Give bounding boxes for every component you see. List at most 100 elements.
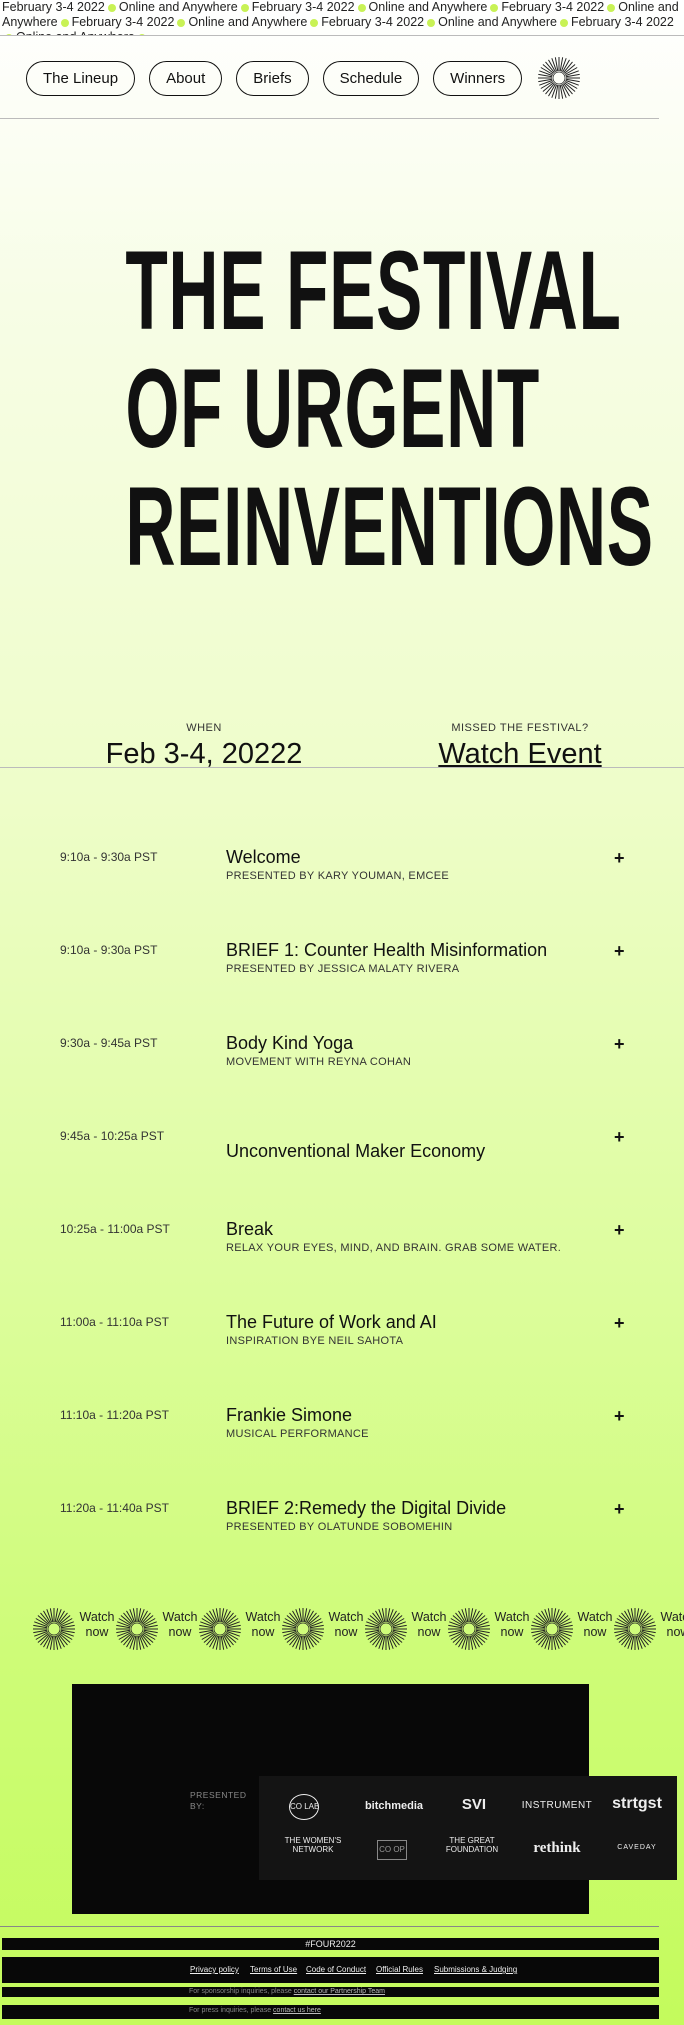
nav-lineup-button[interactable]: The Lineup (26, 60, 136, 96)
dot-icon (607, 3, 616, 12)
schedule-row[interactable]: 10:25a - 11:00a PST Break RELAX YOUR EYE… (0, 1202, 684, 1295)
official-rules-link[interactable]: Official Rules (376, 1965, 423, 1974)
nav-about-button[interactable]: About (149, 60, 223, 96)
press-contact-link[interactable]: contact us here (273, 2007, 321, 2014)
schedule-row[interactable]: 9:10a - 9:30a PST Welcome PRESENTED BY K… (0, 830, 684, 923)
sponsor-logo: bitchmedia (364, 1800, 424, 1812)
submissions-judging-link[interactable]: Submissions & Judging (434, 1965, 517, 1974)
watch-now-strip: Watch now Watch now Watch now Watch now Watc… (0, 1604, 684, 1654)
hashtag-bar: #FOUR2022 (2, 1938, 659, 1950)
watch-now-label: Watch now (79, 1610, 115, 1639)
expand-icon[interactable]: + (614, 1127, 625, 1148)
sponsor-logo: CAVEDAY (617, 1844, 657, 1851)
hero-line-1: THE FESTIVAL (125, 228, 622, 353)
expand-icon[interactable]: + (614, 1499, 625, 1520)
ticker-text: February 3-4 2022 (501, 0, 605, 14)
watch-now-item[interactable]: Watch now (612, 1604, 684, 1654)
schedule-subtitle: PRESENTED BY KARY YOUMAN, EMCEE (226, 870, 450, 882)
watch-now-label: Watch now (660, 1610, 684, 1639)
dot-icon (177, 18, 186, 27)
presented-by-label: PRESENTED BY: (190, 1790, 247, 1811)
ticker-text: February 3-4 2022 (71, 15, 175, 29)
schedule-title: Frankie Simone (226, 1405, 353, 1425)
watch-now-item[interactable]: Watch now (31, 1604, 115, 1654)
schedule-row[interactable]: 9:30a - 9:45a PST Body Kind Yoga MOVEMEN… (0, 1016, 684, 1109)
dot-icon (310, 18, 319, 27)
schedule-row[interactable]: 11:00a - 11:10a PST The Future of Work a… (0, 1295, 684, 1388)
sunburst-icon (199, 1608, 241, 1650)
schedule-title: Break (226, 1219, 274, 1239)
dot-icon (137, 33, 146, 35)
ticker-text: Online and Anywhere (16, 30, 135, 35)
partnership-link[interactable]: contact our Partnership Team (294, 1988, 385, 1995)
schedule-time: 10:25a - 11:00a PST (60, 1222, 170, 1236)
dot-icon (240, 3, 249, 12)
sponsor-logo: SVI (461, 1796, 487, 1813)
schedule-title: Unconventional Maker Economy (226, 1141, 486, 1161)
code-of-conduct-link[interactable]: Code of Conduct (306, 1965, 366, 1974)
press-text: For press inquiries, please (189, 2007, 272, 2014)
schedule-time: 9:45a - 10:25a PST (60, 1129, 165, 1143)
watch-now-label: Watch now (328, 1610, 364, 1639)
date-ticker: February 3-4 2022 Online and Anywhere Febr… (0, 0, 684, 36)
sunburst-icon[interactable] (536, 55, 582, 101)
hero-title: THE FESTIVAL OF URGENT REINVENTIONS (0, 232, 660, 586)
expand-icon[interactable]: + (614, 848, 625, 869)
expand-icon[interactable]: + (614, 941, 625, 962)
privacy-policy-link[interactable]: Privacy policy (190, 1965, 239, 1974)
sponsor-logo: THE WOMEN'S NETWORK (284, 1836, 342, 1854)
schedule-time: 9:10a - 9:30a PST (60, 943, 158, 957)
ticker-text: February 3-4 2022 (251, 0, 355, 14)
schedule-time: 9:30a - 9:45a PST (60, 1036, 158, 1050)
sunburst-icon (116, 1608, 158, 1650)
schedule-row[interactable]: 9:10a - 9:30a PST BRIEF 1: Counter Healt… (0, 923, 684, 1016)
sunburst-icon (365, 1608, 407, 1650)
expand-icon[interactable]: + (614, 1406, 625, 1427)
expand-icon[interactable]: + (614, 1220, 625, 1241)
sponsor-logo: CO LAB (289, 1794, 319, 1820)
watch-now-label: Watch now (494, 1610, 530, 1639)
footer-divider (0, 1926, 659, 1927)
watch-now-item[interactable]: Watch now (197, 1604, 281, 1654)
watch-now-item[interactable]: Watch now (280, 1604, 364, 1654)
schedule-subtitle: MOVEMENT WITH REYNA COHAN (226, 1056, 412, 1068)
nav-briefs-button[interactable]: Briefs (236, 60, 309, 96)
missed-block: MISSED THE FESTIVAL? Watch Event (420, 722, 620, 771)
schedule-title: BRIEF 1: Counter Health Misinformation (226, 940, 548, 960)
ticker-text: Online and Anywhere (438, 15, 557, 29)
sunburst-icon (614, 1608, 656, 1650)
schedule-time: 9:10a - 9:30a PST (60, 850, 158, 864)
schedule-time: 11:10a - 11:20a PST (60, 1408, 169, 1422)
watch-now-item[interactable]: Watch now (114, 1604, 198, 1654)
nav-divider (0, 118, 659, 119)
schedule-time: 11:20a - 11:40a PST (60, 1501, 169, 1515)
when-block: WHEN Feb 3-4, 20222 (102, 722, 306, 771)
schedule-row[interactable]: 9:45a - 10:25a PST Unconventional Maker … (0, 1109, 684, 1202)
expand-icon[interactable]: + (614, 1313, 625, 1334)
schedule-title: Welcome (226, 847, 301, 867)
ticker-text: Online and Anywhere (188, 15, 308, 29)
ticker-text: Online and Anywhere (368, 0, 488, 14)
expand-icon[interactable]: + (614, 1034, 625, 1055)
nav-winners-button[interactable]: Winners (433, 60, 523, 96)
dot-icon (60, 18, 69, 27)
schedule-subtitle: PRESENTED BY JESSICA MALATY RIVERA (226, 963, 460, 975)
schedule-title: BRIEF 2:Remedy the Digital Divide (226, 1498, 507, 1518)
watch-now-item[interactable]: Watch now (446, 1604, 530, 1654)
section-divider (0, 767, 684, 768)
terms-of-use-link[interactable]: Terms of Use (250, 1965, 297, 1974)
schedule-subtitle: INSPIRATION BYE NEIL SAHOTA (226, 1335, 404, 1347)
sponsorship-inquiries: For sponsorship inquiries, please contac… (2, 1987, 659, 1997)
schedule-row[interactable]: 11:10a - 11:20a PST Frankie Simone MUSIC… (0, 1388, 684, 1481)
watch-now-item[interactable]: Watch now (529, 1604, 613, 1654)
watch-now-item[interactable]: Watch now (363, 1604, 447, 1654)
when-label: WHEN (186, 722, 222, 734)
sponsor-logo: strtgst (612, 1795, 662, 1812)
ticker-text: February 3-4 2022 (321, 15, 425, 29)
sponsor-logo: INSTRUMENT (521, 1800, 593, 1811)
dot-icon (357, 3, 366, 12)
missed-label: MISSED THE FESTIVAL? (451, 722, 589, 734)
hero-line-3: REINVENTIONS (125, 464, 654, 589)
schedule-row[interactable]: 11:20a - 11:40a PST BRIEF 2:Remedy the D… (0, 1481, 684, 1574)
nav-schedule-button[interactable]: Schedule (322, 60, 420, 96)
